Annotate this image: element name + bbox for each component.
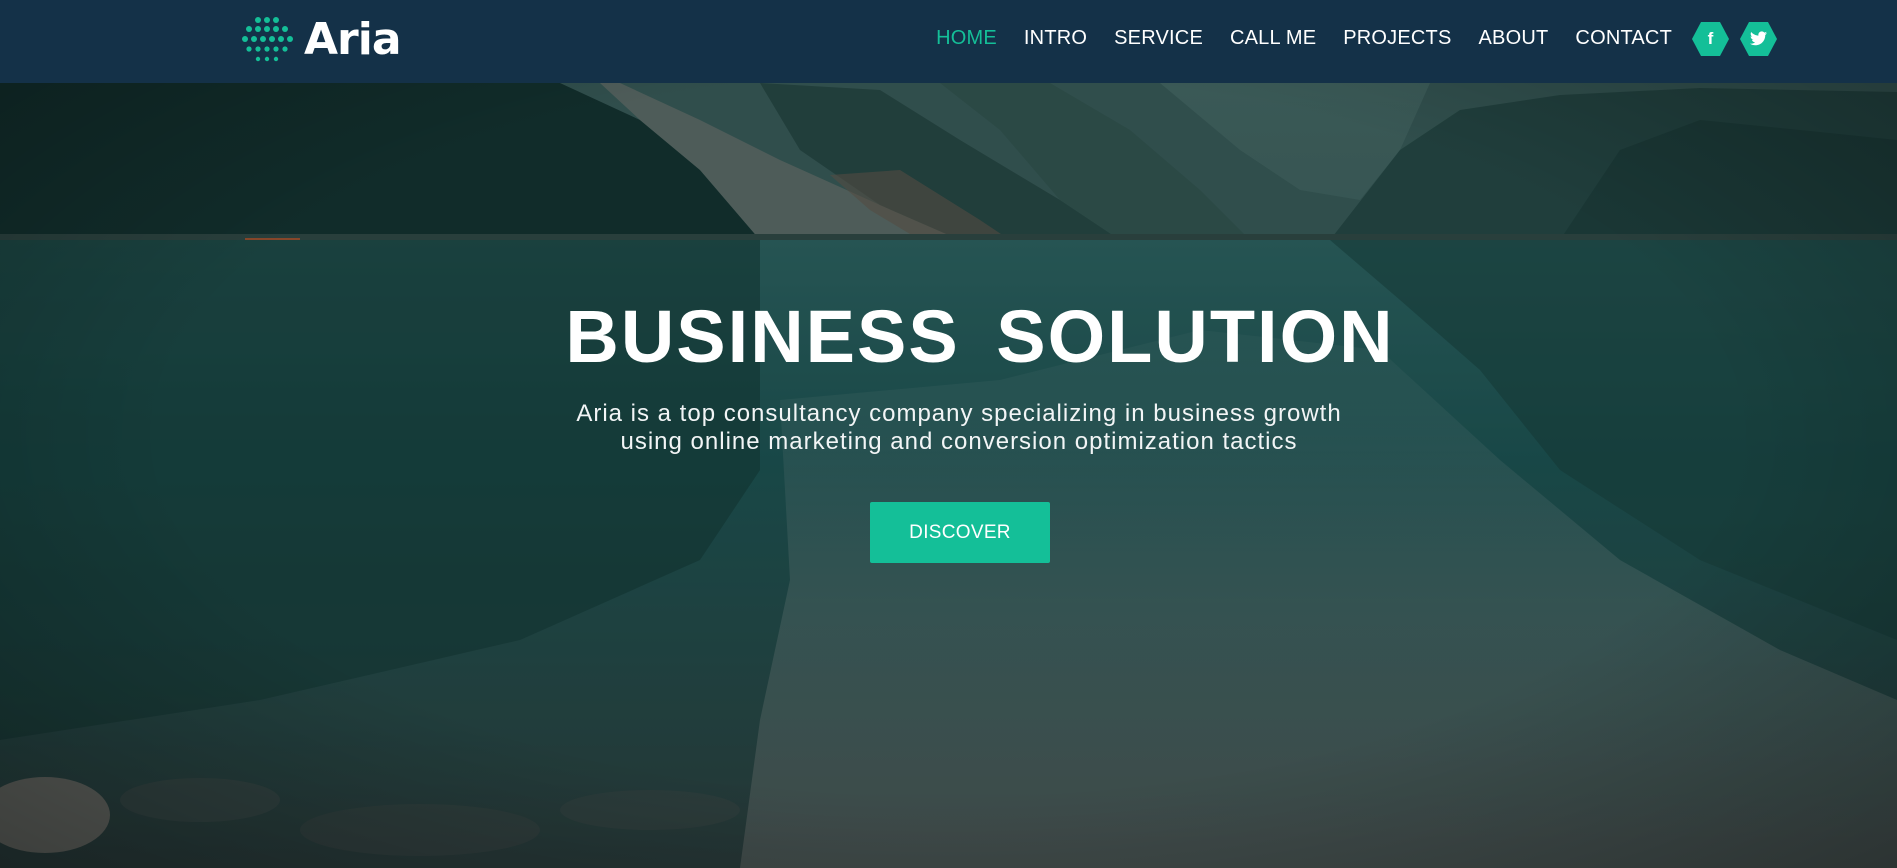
nav-item-contact: CONTACT [1575, 27, 1672, 50]
nav-menu: HOME INTRO SERVICE CALL ME PROJECTS ABOU… [869, 0, 1897, 77]
twitter-icon [1750, 31, 1767, 46]
nav-link-call-me[interactable]: CALL ME [1230, 27, 1316, 49]
hero-subtitle: Aria is a top consultancy company specia… [0, 400, 1897, 456]
social-links: f [1692, 21, 1777, 56]
nav-item-home: HOME [936, 27, 997, 50]
nav-item-about: ABOUT [1479, 27, 1549, 50]
landing-page: Aria HOME INTRO SERVICE CALL ME PROJECTS… [0, 0, 1897, 868]
nav-item-call-me: CALL ME [1230, 27, 1316, 50]
hero-subtitle-line-1: Aria is a top consultancy company specia… [576, 400, 1342, 427]
facebook-icon: f [1707, 29, 1714, 48]
dotted-circle-logo-icon [242, 17, 293, 62]
discover-button[interactable]: DISCOVER [870, 502, 1050, 563]
brand-logo-link[interactable]: Aria [240, 10, 402, 70]
nav-item-intro: INTRO [1024, 27, 1087, 50]
nav-link-intro[interactable]: INTRO [1024, 27, 1087, 49]
twitter-link[interactable] [1740, 21, 1777, 56]
hero-subtitle-line-2: using online marketing and conversion op… [620, 428, 1298, 455]
nav-item-service: SERVICE [1114, 27, 1203, 50]
facebook-link[interactable]: f [1692, 21, 1729, 56]
top-navbar: Aria HOME INTRO SERVICE CALL ME PROJECTS… [0, 0, 1897, 83]
nav-link-home[interactable]: HOME [936, 27, 997, 49]
nav-link-service[interactable]: SERVICE [1114, 27, 1203, 49]
nav-link-about[interactable]: ABOUT [1479, 27, 1549, 49]
brand-name: Aria [304, 14, 402, 65]
nav-link-projects[interactable]: PROJECTS [1343, 27, 1451, 49]
nav-item-projects: PROJECTS [1343, 27, 1451, 50]
nav-link-contact[interactable]: CONTACT [1575, 27, 1672, 49]
hero-title: BUSINESS SOLUTION [565, 295, 1395, 378]
